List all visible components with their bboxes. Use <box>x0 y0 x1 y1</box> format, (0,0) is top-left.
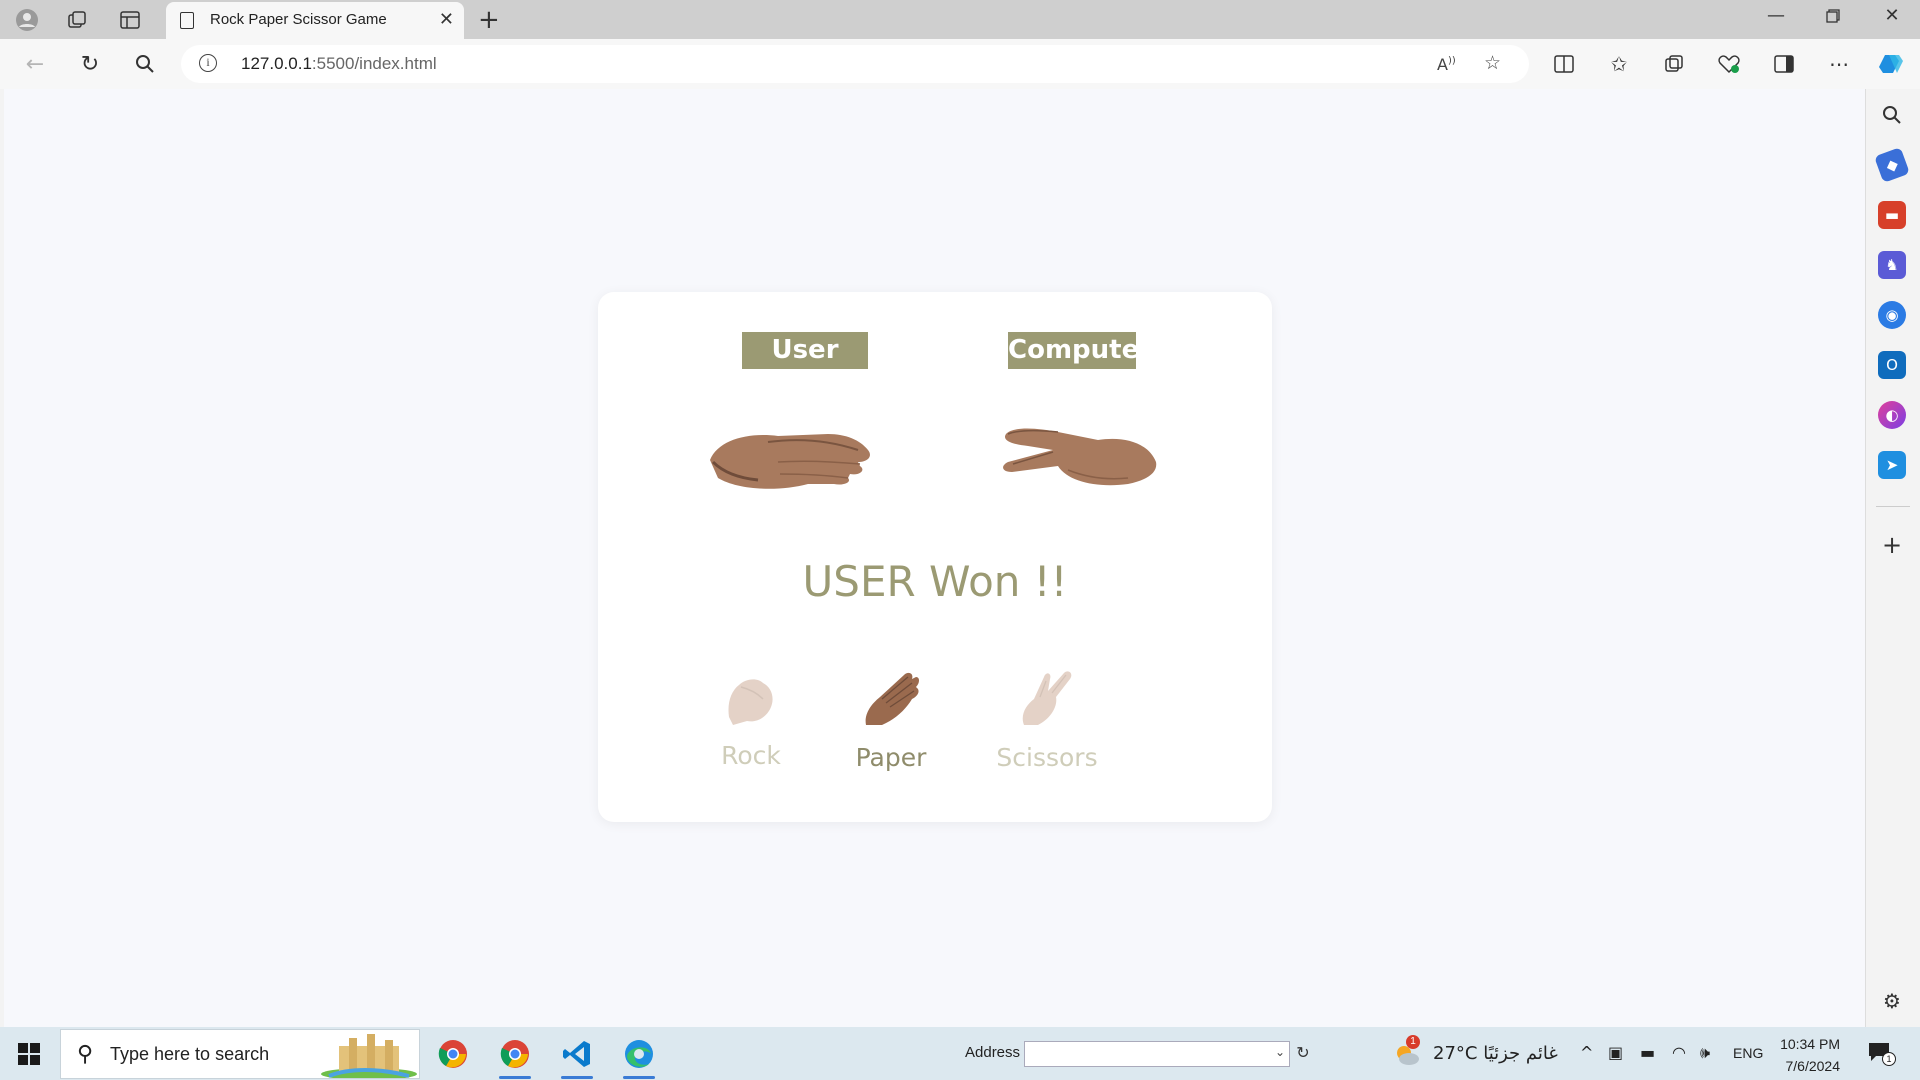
user-hand-paper-image <box>708 422 873 501</box>
weather-icon[interactable]: 1 <box>1392 1035 1422 1069</box>
tools-briefcase-icon[interactable]: ▬ <box>1878 201 1906 229</box>
active-tab[interactable]: Rock Paper Scissor Game ✕ <box>166 2 464 39</box>
close-window-icon[interactable]: ✕ <box>1872 5 1912 26</box>
choice-scissors-label: Scissors <box>996 743 1098 772</box>
sidebar-toggle-icon[interactable] <box>1770 50 1798 78</box>
computer-label: Computer <box>1008 332 1152 369</box>
battery-icon[interactable]: ▬ <box>1640 1043 1655 1062</box>
search-highlight-castle-icon <box>321 1034 417 1078</box>
sidebar-search-icon[interactable] <box>1878 101 1906 129</box>
restore-icon[interactable] <box>1813 5 1853 28</box>
url-text[interactable]: 127.0.0.1:5500/index.html <box>241 54 437 74</box>
choice-paper-label: Paper <box>855 743 927 772</box>
profile-icon[interactable] <box>14 7 40 33</box>
notification-count: 1 <box>1882 1052 1896 1066</box>
shopping-tag-icon[interactable]: ◆ <box>1874 147 1910 183</box>
choice-scissors[interactable]: Scissors <box>987 667 1107 772</box>
windows-taskbar: ⚲ Type here to search Address ⌄ ↻ 1 27°C… <box>0 1027 1920 1080</box>
back-icon[interactable]: ← <box>20 49 50 79</box>
close-tab-icon[interactable]: ✕ <box>439 9 454 30</box>
result-message: USER Won !! <box>802 557 1068 606</box>
search-icon[interactable] <box>130 49 160 79</box>
games-chess-icon[interactable]: ♞ <box>1878 251 1906 279</box>
notification-center-icon[interactable]: 1 <box>1868 1042 1896 1066</box>
vertical-tabs-icon[interactable] <box>117 7 143 33</box>
taskbar-vscode-icon[interactable] <box>555 1033 599 1079</box>
sidebar-settings-icon[interactable]: ⚙ <box>1878 987 1906 1015</box>
designer-icon[interactable]: ◐ <box>1878 401 1906 429</box>
rock-fist-icon <box>728 679 773 725</box>
weather-alert-badge: 1 <box>1406 1035 1420 1049</box>
telegram-send-icon[interactable]: ➤ <box>1878 451 1906 479</box>
clock-time: 10:34 PM <box>1780 1036 1840 1052</box>
browser-essentials-icon[interactable] <box>1715 50 1743 78</box>
search-placeholder: Type here to search <box>110 1044 270 1064</box>
taskbar-chrome-icon[interactable] <box>431 1033 475 1075</box>
choice-paper[interactable]: Paper <box>831 667 951 772</box>
clock-date: 7/6/2024 <box>1785 1058 1841 1074</box>
taskbar-chrome-running-icon[interactable] <box>493 1033 537 1079</box>
network-wifi-icon[interactable]: ◠ <box>1672 1043 1686 1062</box>
browser-toolbar: ← ↻ i 127.0.0.1:5500/index.html A)) ☆ ✩ … <box>0 39 1920 89</box>
tab-title: Rock Paper Scissor Game <box>210 11 387 28</box>
chevron-down-icon[interactable]: ⌄ <box>1275 1045 1285 1059</box>
collections-icon[interactable] <box>1660 50 1688 78</box>
game-card: User Computer USER Won !! Rock Paper Sci… <box>598 292 1272 822</box>
sidebar-divider <box>1876 506 1910 507</box>
refresh-icon[interactable]: ↻ <box>75 49 105 79</box>
address-bar[interactable]: i 127.0.0.1:5500/index.html A)) ☆ <box>181 45 1529 83</box>
taskbar-search-box[interactable]: ⚲ Type here to search <box>60 1029 420 1079</box>
language-indicator[interactable]: ENG <box>1733 1045 1763 1061</box>
new-tab-icon[interactable]: + <box>478 5 500 35</box>
windows-start-icon[interactable] <box>18 1043 40 1065</box>
choice-rock-label: Rock <box>721 741 781 770</box>
taskbar-edge-icon[interactable] <box>617 1033 661 1079</box>
taskbar-address-label: Address <box>965 1044 1021 1061</box>
scissors-hand-icon <box>1022 671 1072 725</box>
minimize-icon[interactable]: — <box>1756 5 1796 26</box>
page-viewport: User Computer USER Won !! Rock Paper Sci… <box>4 89 1866 1027</box>
site-info-icon[interactable]: i <box>199 54 217 72</box>
browser-titlebar: Rock Paper Scissor Game ✕ + — ✕ <box>0 0 1920 39</box>
add-sidebar-app-icon[interactable]: + <box>1878 531 1906 559</box>
edge-sidebar: ◆ ▬ ♞ ◉ O ◐ ➤ + ⚙ <box>1866 89 1920 1027</box>
security-tray-icon[interactable]: ▣ <box>1608 1043 1623 1062</box>
volume-speaker-icon[interactable]: 🕪 <box>1700 1043 1710 1063</box>
microsoft-365-icon[interactable]: ◉ <box>1878 301 1906 329</box>
outlook-icon[interactable]: O <box>1878 351 1906 379</box>
read-aloud-icon[interactable]: A)) <box>1437 55 1456 74</box>
page-icon <box>180 12 194 29</box>
taskbar-clock[interactable]: 10:34 PM 7/6/2024 <box>1768 1033 1840 1077</box>
favorite-star-icon[interactable]: ☆ <box>1484 52 1501 74</box>
show-hidden-icons-chevron-icon[interactable]: ^ <box>1580 1043 1593 1062</box>
taskbar-address-input[interactable]: ⌄ <box>1024 1041 1290 1067</box>
workspaces-icon[interactable] <box>64 7 90 33</box>
choice-rock[interactable]: Rock <box>691 667 811 770</box>
taskbar-address-refresh-icon[interactable]: ↻ <box>1292 1043 1314 1065</box>
search-magnifier-icon: ⚲ <box>77 1042 94 1067</box>
computer-hand-scissors-image <box>998 422 1158 501</box>
favorites-icon[interactable]: ✩ <box>1605 50 1633 78</box>
split-screen-icon[interactable] <box>1550 50 1578 78</box>
more-options-icon[interactable]: ⋯ <box>1825 50 1853 78</box>
user-label: User <box>742 332 868 369</box>
copilot-icon[interactable] <box>1878 50 1906 78</box>
paper-hand-icon <box>865 672 919 725</box>
weather-text[interactable]: 27°C غائم جزئيًا <box>1433 1043 1558 1064</box>
